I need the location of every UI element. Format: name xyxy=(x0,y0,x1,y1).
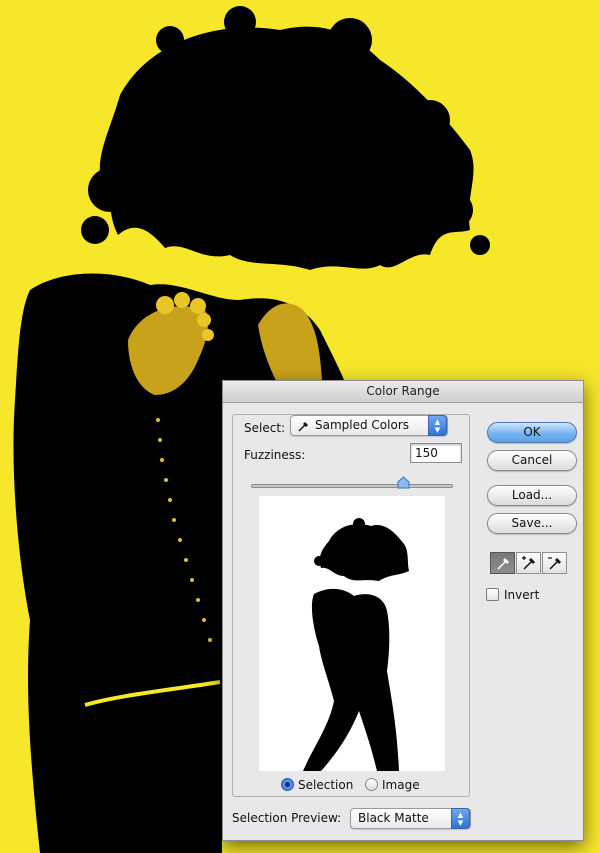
selection-preview-label: Selection Preview: xyxy=(232,811,342,825)
radio-image-dot[interactable] xyxy=(365,778,378,791)
fuzziness-slider-thumb[interactable] xyxy=(397,476,410,489)
radio-image[interactable]: Image xyxy=(365,777,420,793)
load-button[interactable]: Load... xyxy=(487,485,577,506)
radio-selection-label: Selection xyxy=(298,778,354,792)
eyedropper-minus-tool[interactable] xyxy=(542,552,567,574)
eyedropper-plus-icon xyxy=(522,556,535,570)
fuzziness-label: Fuzziness: xyxy=(244,448,306,462)
radio-image-label: Image xyxy=(382,778,420,792)
preview-silhouette xyxy=(303,518,409,771)
invert-label: Invert xyxy=(504,588,540,602)
popup-arrows-icon: ▲ ▼ xyxy=(428,415,447,436)
invert-checkbox[interactable]: Invert xyxy=(486,588,539,602)
eyedropper-minus-icon xyxy=(548,557,561,570)
selection-preview-image xyxy=(259,496,445,771)
invert-checkbox-box[interactable] xyxy=(486,588,499,601)
fuzziness-slider-track[interactable] xyxy=(251,484,453,488)
select-popup[interactable]: Sampled Colors ▲ ▼ xyxy=(290,415,448,436)
select-label: Select: xyxy=(244,421,286,435)
dialog-title: Color Range xyxy=(223,381,583,403)
fuzziness-input[interactable]: 150 xyxy=(410,443,462,463)
selection-preview-popup[interactable]: Black Matte ▲ ▼ xyxy=(350,808,471,829)
cancel-button[interactable]: Cancel xyxy=(487,450,577,471)
popup-arrows-icon: ▲ ▼ xyxy=(451,808,470,829)
radio-selection-dot[interactable] xyxy=(281,778,294,791)
save-button[interactable]: Save... xyxy=(487,513,577,534)
color-range-dialog: Color Range Select: Sampled Colors ▲ ▼ Fu… xyxy=(222,380,584,841)
eyedropper-tool[interactable] xyxy=(490,552,515,574)
eyedropper-plus-tool[interactable] xyxy=(516,552,541,574)
selection-preview-value: Black Matte xyxy=(358,811,429,825)
ok-button[interactable]: OK xyxy=(487,422,577,443)
radio-selection[interactable]: Selection xyxy=(281,777,353,793)
eyedropper-icon xyxy=(298,422,308,432)
eyedropper-icon xyxy=(497,558,509,570)
select-popup-value: Sampled Colors xyxy=(315,418,410,432)
